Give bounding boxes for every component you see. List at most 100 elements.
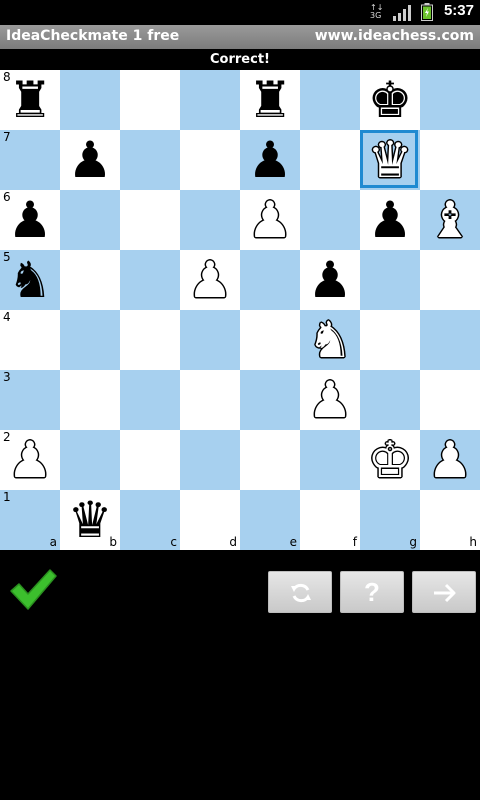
square-c4[interactable] [120,310,180,370]
white-bishop[interactable]: ♝ [420,190,480,250]
square-a5[interactable]: 5 ♞ [0,250,60,310]
square-g2[interactable]: ♚ [360,430,420,490]
square-d6[interactable] [180,190,240,250]
file-label: g [409,535,417,549]
square-b3[interactable] [60,370,120,430]
square-f7[interactable] [300,130,360,190]
square-c2[interactable] [120,430,180,490]
square-f6[interactable] [300,190,360,250]
square-c7[interactable] [120,130,180,190]
square-f8[interactable] [300,70,360,130]
square-e8[interactable]: ♜ [240,70,300,130]
square-c1[interactable]: c [120,490,180,550]
square-g7[interactable]: ♛ [360,130,420,190]
black-pawn[interactable]: ♟ [360,190,420,250]
file-label: f [352,535,357,549]
question-icon: ? [364,577,380,607]
square-g1[interactable]: g [360,490,420,550]
square-a2[interactable]: 2 ♟ [0,430,60,490]
black-pawn[interactable]: ♟ [0,190,60,250]
arrow-right-icon [434,583,456,603]
file-label: c [170,535,177,549]
black-pawn[interactable]: ♟ [240,130,300,190]
square-h2[interactable]: ♟ [420,430,480,490]
square-e1[interactable]: e [240,490,300,550]
square-d7[interactable] [180,130,240,190]
square-h1[interactable]: h [420,490,480,550]
square-b5[interactable] [60,250,120,310]
square-b6[interactable] [60,190,120,250]
square-e4[interactable] [240,310,300,370]
square-g6[interactable]: ♟ [360,190,420,250]
square-f5[interactable]: ♟ [300,250,360,310]
black-rook[interactable]: ♜ [240,70,300,130]
black-pawn[interactable]: ♟ [60,130,120,190]
square-a3[interactable]: 3 [0,370,60,430]
square-d5[interactable]: ♟ [180,250,240,310]
square-a8[interactable]: 8 ♜ [0,70,60,130]
square-e5[interactable] [240,250,300,310]
square-e7[interactable]: ♟ [240,130,300,190]
white-knight[interactable]: ♞ [300,310,360,370]
refresh-button[interactable] [268,571,332,613]
black-knight[interactable]: ♞ [0,250,60,310]
square-b1[interactable]: b ♛ [60,490,120,550]
white-pawn[interactable]: ♟ [420,430,480,490]
square-h6[interactable]: ♝ [420,190,480,250]
status-bar: ↑↓ 3G 5:37 [0,0,480,25]
square-b8[interactable] [60,70,120,130]
square-d3[interactable] [180,370,240,430]
next-button[interactable] [412,571,476,613]
square-d1[interactable]: d [180,490,240,550]
rank-label: 4 [3,310,11,324]
square-c8[interactable] [120,70,180,130]
hint-button[interactable]: ? [340,571,404,613]
white-pawn[interactable]: ♟ [180,250,240,310]
square-c3[interactable] [120,370,180,430]
website-link[interactable]: www.ideachess.com [315,28,474,44]
square-h4[interactable] [420,310,480,370]
square-f3[interactable]: ♟ [300,370,360,430]
file-label: a [49,535,57,549]
square-c5[interactable] [120,250,180,310]
file-label: e [289,535,297,549]
square-d8[interactable] [180,70,240,130]
white-king[interactable]: ♚ [360,430,420,490]
square-e6[interactable]: ♟ [240,190,300,250]
black-pawn[interactable]: ♟ [300,250,360,310]
black-rook[interactable]: ♜ [0,70,60,130]
square-a6[interactable]: 6 ♟ [0,190,60,250]
square-d4[interactable] [180,310,240,370]
control-area [0,550,480,800]
white-queen[interactable]: ♛ [360,130,420,190]
square-b7[interactable]: ♟ [60,130,120,190]
white-pawn[interactable]: ♟ [0,430,60,490]
square-g5[interactable] [360,250,420,310]
square-h5[interactable] [420,250,480,310]
square-f4[interactable]: ♞ [300,310,360,370]
square-b2[interactable] [60,430,120,490]
white-pawn[interactable]: ♟ [300,370,360,430]
square-h7[interactable] [420,130,480,190]
battery-icon [421,3,433,21]
square-a7[interactable]: 7 [0,130,60,190]
square-h8[interactable] [420,70,480,130]
white-pawn[interactable]: ♟ [240,190,300,250]
square-a1[interactable]: 1a [0,490,60,550]
square-d2[interactable] [180,430,240,490]
square-f2[interactable] [300,430,360,490]
app-title: IdeaCheckmate 1 free [6,28,180,44]
square-b4[interactable] [60,310,120,370]
square-a4[interactable]: 4 [0,310,60,370]
square-g3[interactable] [360,370,420,430]
square-g4[interactable] [360,310,420,370]
square-g8[interactable]: ♚ [360,70,420,130]
square-h3[interactable] [420,370,480,430]
chess-board[interactable]: 8 ♜ ♜ ♚ 7 ♟ ♟ ♛ 6 ♟ ♟ ♟ ♝ 5 ♞ ♟ ♟ 4 ♞ 3 ♟ 2 ♟ ♚ ♟ 1 a b ♛ c d e f g h [0,70,480,550]
black-king[interactable]: ♚ [360,70,420,130]
black-queen[interactable]: ♛ [60,490,120,550]
square-f1[interactable]: f [300,490,360,550]
square-e3[interactable] [240,370,300,430]
square-e2[interactable] [240,430,300,490]
square-c6[interactable] [120,190,180,250]
